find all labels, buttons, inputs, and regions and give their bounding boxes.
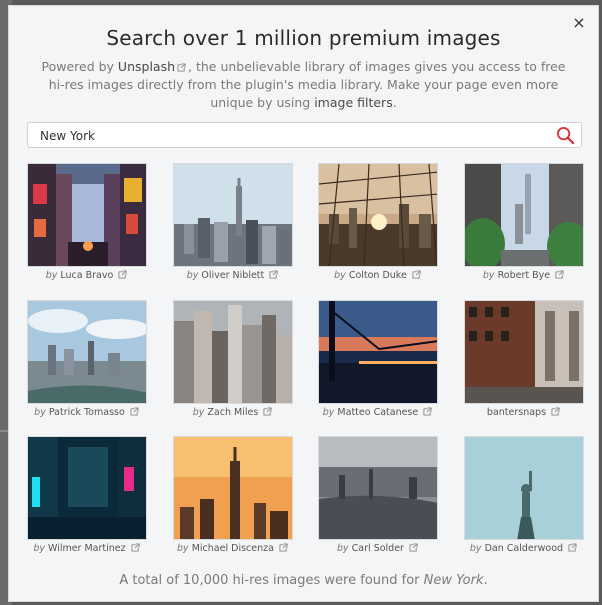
external-link-icon[interactable] — [263, 407, 272, 416]
external-link-icon[interactable] — [131, 543, 140, 552]
image-thumbnail[interactable] — [318, 163, 438, 267]
results-summary: A total of 10,000 hi-res images were fou… — [119, 573, 488, 588]
modal-title: Search over 1 million premium images — [106, 26, 501, 50]
external-link-icon[interactable] — [409, 543, 418, 552]
image-credit: by Colton Duke — [318, 270, 439, 281]
image-search-modal: × Search over 1 million premium images P… — [8, 5, 599, 602]
image-credit: by Oliver Niblett — [173, 270, 294, 281]
author-link[interactable]: Michael Discenza — [192, 543, 274, 554]
image-card[interactable]: by Zach Miles — [173, 300, 294, 418]
author-link[interactable]: bantersnaps — [487, 407, 546, 418]
image-thumbnail[interactable] — [464, 300, 584, 404]
author-link[interactable]: Oliver Niblett — [201, 270, 264, 281]
external-link-icon[interactable] — [568, 543, 577, 552]
search-icon[interactable] — [556, 126, 575, 145]
image-thumbnail[interactable] — [173, 436, 293, 540]
external-link-icon[interactable] — [555, 270, 564, 279]
external-link-icon — [177, 63, 186, 72]
image-thumbnail[interactable] — [27, 436, 147, 540]
image-thumbnail[interactable] — [464, 436, 584, 540]
image-thumbnail[interactable] — [173, 163, 293, 267]
image-thumbnail[interactable] — [318, 436, 438, 540]
image-card[interactable]: by Oliver Niblett — [173, 163, 294, 281]
image-thumbnail[interactable] — [27, 300, 147, 404]
image-credit: bantersnaps — [464, 407, 585, 418]
search-input[interactable] — [38, 126, 542, 146]
author-link[interactable]: Zach Miles — [207, 407, 258, 418]
image-credit: by Michael Discenza — [173, 543, 294, 554]
external-link-icon[interactable] — [423, 407, 432, 416]
image-credit: by Luca Bravo — [27, 270, 148, 281]
modal-description: Powered by Unsplash, the unbelievable li… — [41, 59, 566, 110]
image-credit: by Carl Solder — [318, 543, 439, 554]
image-thumbnail[interactable] — [27, 163, 147, 267]
image-thumbnail[interactable] — [318, 300, 438, 404]
author-link[interactable]: Luca Bravo — [60, 270, 113, 281]
image-credit: by Robert Bye — [464, 270, 585, 281]
external-link-icon[interactable] — [118, 270, 127, 279]
image-credit: by Dan Calderwood — [464, 543, 585, 554]
image-card[interactable]: by Robert Bye — [464, 163, 585, 281]
author-link[interactable]: Wilmer Martinez — [48, 543, 126, 554]
author-link[interactable]: Carl Solder — [352, 543, 404, 554]
external-link-icon[interactable] — [269, 270, 278, 279]
unsplash-link[interactable]: Unsplash — [118, 59, 175, 74]
author-link[interactable]: Patrick Tomasso — [49, 407, 125, 418]
search-bar — [27, 122, 582, 148]
image-card[interactable]: by Luca Bravo — [27, 163, 148, 281]
image-card[interactable]: by Wilmer Martinez — [27, 436, 148, 554]
image-credit: by Wilmer Martinez — [27, 543, 148, 554]
image-card[interactable]: by Carl Solder — [318, 436, 439, 554]
image-card[interactable]: by Colton Duke — [318, 163, 439, 281]
image-card[interactable]: bantersnaps — [464, 300, 585, 418]
image-credit: by Zach Miles — [173, 407, 294, 418]
author-link[interactable]: Robert Bye — [498, 270, 551, 281]
author-link[interactable]: Colton Duke — [349, 270, 407, 281]
external-link-icon[interactable] — [412, 270, 421, 279]
image-thumbnail[interactable] — [173, 300, 293, 404]
external-link-icon[interactable] — [130, 407, 139, 416]
image-filters-link[interactable]: image filters — [314, 95, 393, 110]
author-link[interactable]: Dan Calderwood — [485, 543, 563, 554]
external-link-icon[interactable] — [551, 407, 560, 416]
image-card[interactable]: by Patrick Tomasso — [27, 300, 148, 418]
image-card[interactable]: by Dan Calderwood — [464, 436, 585, 554]
image-thumbnail[interactable] — [464, 163, 584, 267]
image-credit: by Matteo Catanese — [318, 407, 439, 418]
image-card[interactable]: by Matteo Catanese — [318, 300, 439, 418]
image-credit: by Patrick Tomasso — [27, 407, 148, 418]
external-link-icon[interactable] — [279, 543, 288, 552]
image-card[interactable]: by Michael Discenza — [173, 436, 294, 554]
author-link[interactable]: Matteo Catanese — [337, 407, 418, 418]
